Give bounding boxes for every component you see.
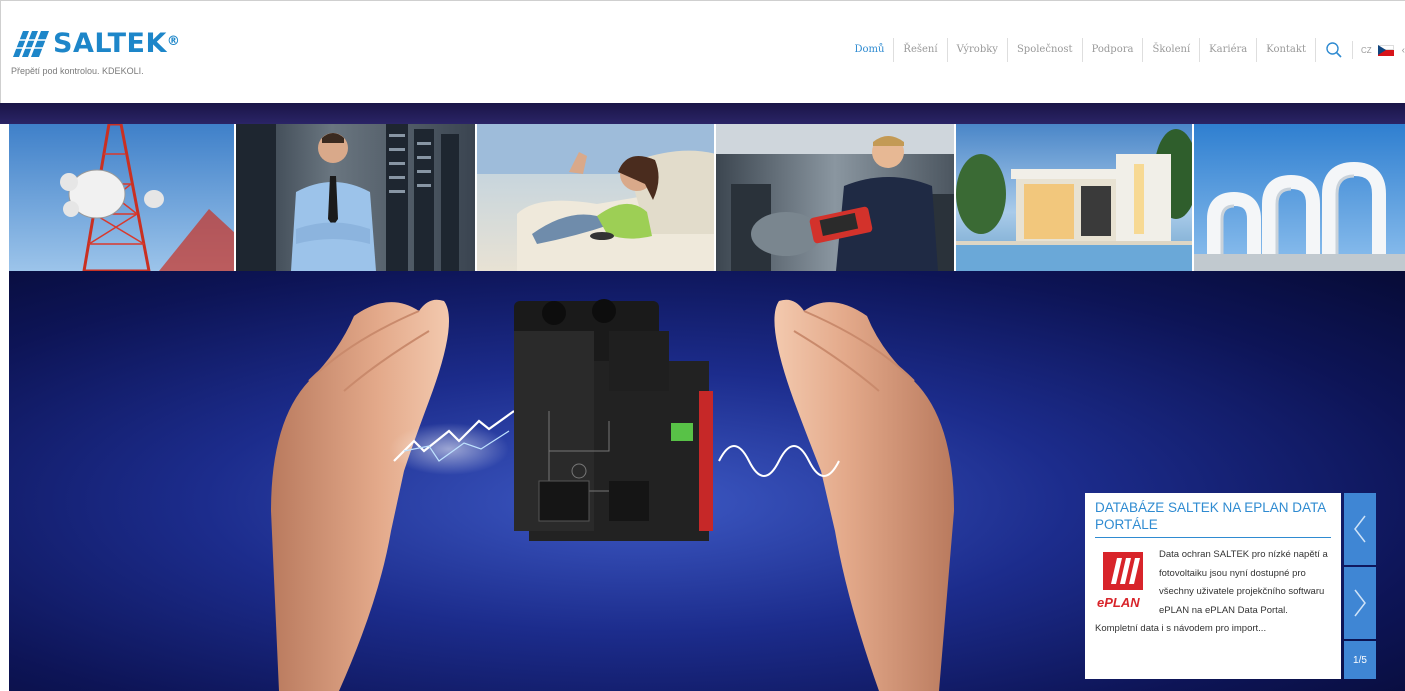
left-hand [271, 299, 449, 691]
photo-modern-house [956, 124, 1194, 271]
modern-house-image [956, 129, 1192, 271]
photo-telecom-tower [9, 124, 236, 271]
woman-on-sofa-image [477, 124, 714, 271]
nav-item-skoleni[interactable]: Školení [1143, 38, 1201, 62]
nav-item-reseni[interactable]: Řešení [894, 38, 948, 62]
eplan-logo-icon: ePLAN [1095, 548, 1151, 618]
slide-counter: 1/5 [1344, 641, 1376, 679]
photo-strip [9, 124, 1405, 271]
eplan-logo-text: ePLAN [1097, 595, 1140, 610]
news-card[interactable]: DATABÁZE SALTEK NA EPLAN DATA PORTÁLE eP… [1085, 493, 1341, 679]
photo-industrial-pipes [1194, 124, 1405, 271]
language-code[interactable]: CZ [1353, 46, 1378, 55]
photo-server-room [236, 124, 477, 271]
right-hand [774, 299, 954, 691]
saltek-logo[interactable]: SALTEK® [13, 28, 181, 59]
nav-item-podpora[interactable]: Podpora [1083, 38, 1144, 62]
nav-item-domu[interactable]: Domů [845, 38, 895, 62]
news-body: ePLAN Data ochran SALTEK pro nízké napět… [1095, 546, 1331, 639]
nav-item-vyrobky[interactable]: Výrobky [948, 38, 1008, 62]
photo-car-mechanic [716, 124, 956, 271]
industrial-pipes-image [1194, 161, 1405, 271]
slider-prev-button[interactable] [1344, 493, 1376, 565]
brand-tagline: Přepětí pod kontrolou. KDEKOLI. [11, 66, 144, 76]
main-navigation: Domů Řešení Výrobky Společnost Podpora Š… [845, 38, 1405, 62]
brand-name: SALTEK® [53, 28, 181, 59]
telecom-tower-image [60, 124, 234, 271]
slider-next-button[interactable] [1344, 567, 1376, 639]
language-more-toggle[interactable]: ‹ [1402, 45, 1405, 56]
czech-flag-icon[interactable] [1377, 44, 1394, 56]
site-header: SALTEK® Přepětí pod kontrolou. KDEKOLI. … [0, 0, 1405, 103]
car-mechanic-image [716, 124, 954, 271]
nav-item-kontakt[interactable]: Kontakt [1257, 38, 1316, 62]
news-title[interactable]: DATABÁZE SALTEK NA EPLAN DATA PORTÁLE [1095, 499, 1331, 538]
search-icon [1326, 42, 1342, 58]
chevron-left-icon [1354, 515, 1366, 543]
server-room-image [236, 124, 459, 271]
header-band [0, 103, 1405, 124]
surge-protection-device [514, 299, 713, 541]
nav-item-spolecnost[interactable]: Společnost [1008, 38, 1083, 62]
nav-item-kariera[interactable]: Kariéra [1200, 38, 1258, 62]
photo-woman-on-sofa [477, 124, 716, 271]
chevron-right-icon [1354, 589, 1366, 617]
search-button[interactable] [1316, 41, 1353, 59]
saltek-logo-mark-icon [13, 31, 49, 57]
